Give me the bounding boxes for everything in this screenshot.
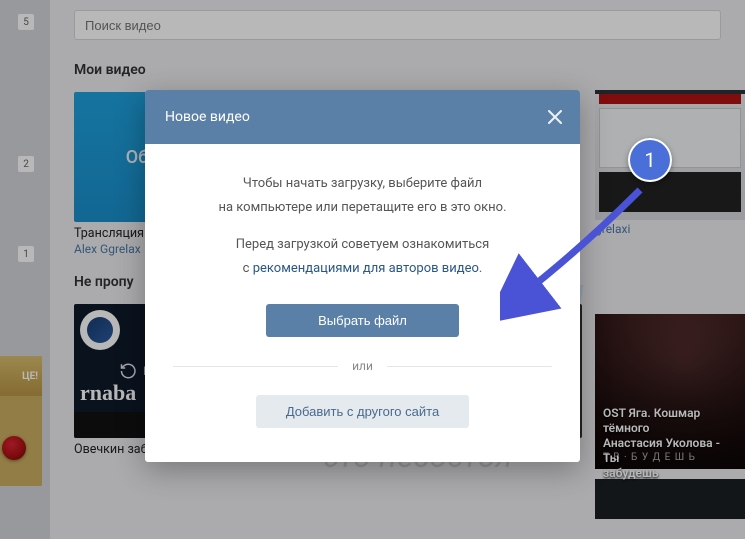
search-input[interactable]	[74, 10, 721, 40]
modal-text-1: Чтобы начать загрузку, выберите файл	[173, 174, 552, 194]
record-icon	[2, 436, 26, 460]
or-separator: или	[173, 357, 552, 375]
close-icon	[548, 110, 562, 124]
choose-file-button[interactable]: Выбрать файл	[266, 304, 459, 337]
video-thumb-ost[interactable]: OST Яга. Кошмар тёмного Анастасия Уколов…	[595, 314, 745, 469]
left-rail: 5 2 1 ЦЕ!	[0, 0, 50, 539]
sticker-label: ЦЕ!	[0, 356, 42, 396]
modal-text-4: с рекомендациями для авторов видео.	[173, 259, 552, 279]
ost-title: OST Яга. Кошмар тёмного Анастасия Уколов…	[603, 406, 737, 481]
rail-badge-2[interactable]: 2	[18, 156, 34, 172]
replay-icon	[119, 362, 137, 380]
ost-subtitle: Т В · Б У Д Е Ш Ь	[603, 452, 696, 463]
modal-text-2: на компьютере или перетащите его в это о…	[173, 198, 552, 218]
thumb-text-naba: rnaba	[80, 380, 136, 406]
annotation-marker-1: 1	[628, 138, 672, 182]
upload-modal: Новое видео Чтобы начать загрузку, выбер…	[145, 90, 580, 462]
video-thumb-extra[interactable]	[595, 479, 745, 519]
rail-badge-1[interactable]: 5	[18, 14, 34, 30]
video-author[interactable]: grelaxi	[595, 222, 745, 236]
sticker-card[interactable]: ЦЕ!	[0, 356, 42, 486]
author-recommendations-link[interactable]: рекомендациями для авторов видео	[253, 261, 479, 276]
section-my-videos: Мои видео	[74, 62, 721, 78]
modal-text-3: Перед загрузкой советуем ознакомиться	[173, 235, 552, 255]
close-button[interactable]	[544, 106, 566, 128]
rail-badge-3[interactable]: 1	[18, 246, 34, 262]
team-logo-icon	[80, 310, 120, 350]
modal-title: Новое видео	[165, 109, 250, 125]
modal-header: Новое видео	[145, 90, 580, 144]
modal-body: Чтобы начать загрузку, выберите файл на …	[145, 144, 580, 462]
add-from-other-site-button[interactable]: Добавить с другого сайта	[256, 395, 469, 428]
